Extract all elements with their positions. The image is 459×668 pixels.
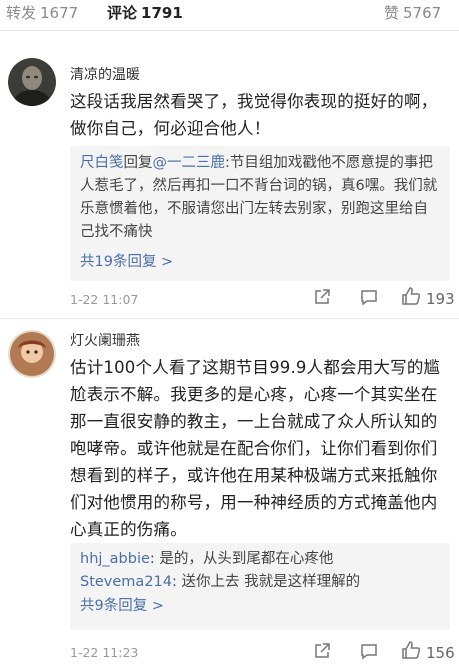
tab-comments-count: 1791 xyxy=(141,4,183,22)
comment-username[interactable]: 清凉的温暖 xyxy=(70,64,140,84)
comment-time: 1-22 11:07 xyxy=(70,292,139,307)
tab-bar: 转发 1677 评论 1791 赞 5767 xyxy=(0,0,459,31)
reply-author[interactable]: hhj_abbie xyxy=(80,551,150,567)
comment-icon[interactable] xyxy=(360,642,378,664)
tab-likes[interactable]: 赞 5767 xyxy=(384,2,441,23)
reply-box: hhj_abbie: 是的，从头到尾都在心疼他 Stevema214: 送你上去… xyxy=(70,543,450,630)
tab-likes-label: 赞 xyxy=(384,4,400,22)
tab-reposts-label: 转发 xyxy=(6,4,37,22)
tab-comments-label: 评论 xyxy=(107,4,138,22)
tab-comments[interactable]: 评论 1791 xyxy=(107,2,183,23)
reply-box: 尺白笺回复@一二三鹿:节目组加戏戳他不愿意提的事把人惹毛了，然后再扣一口不背台词… xyxy=(70,146,450,281)
reply-mid: 回复 xyxy=(123,155,153,171)
tab-likes-count: 5767 xyxy=(403,4,442,22)
comment-icon[interactable] xyxy=(360,288,378,310)
reply-author[interactable]: 尺白笺 xyxy=(80,155,124,171)
tab-reposts[interactable]: 转发 1677 xyxy=(6,2,78,23)
avatar[interactable] xyxy=(8,330,56,378)
more-replies-link[interactable]: 共9条回复 > xyxy=(70,594,450,615)
like-count: 193 xyxy=(426,290,455,308)
comment-username[interactable]: 灯火阑珊燕 xyxy=(70,330,140,350)
avatar[interactable] xyxy=(8,58,56,106)
share-icon[interactable] xyxy=(313,642,331,664)
like-icon[interactable] xyxy=(401,640,421,664)
like-count: 156 xyxy=(426,644,455,662)
tab-reposts-count: 1677 xyxy=(40,4,79,22)
like-icon[interactable] xyxy=(401,286,421,310)
reply-author[interactable]: Stevema214 xyxy=(80,574,172,590)
comment-time: 1-22 11:23 xyxy=(70,645,139,660)
share-icon[interactable] xyxy=(313,288,331,310)
reply-item[interactable]: Stevema214: 送你上去 我就是这样理解的 xyxy=(70,571,450,594)
more-replies-link[interactable]: 共19条回复 > xyxy=(70,244,450,271)
reply-text: : 送你上去 我就是这样理解的 xyxy=(172,574,361,590)
reply-text: : 是的，从头到尾都在心疼他 xyxy=(149,551,334,567)
reply-item[interactable]: hhj_abbie: 是的，从头到尾都在心疼他 xyxy=(70,543,450,571)
divider xyxy=(0,318,459,319)
comment-text: 估计100个人看了这期节目99.9人都会用大写的尴尬表示不解。我更多的是心疼，心… xyxy=(70,358,441,539)
comment-text: 这段话我居然看哭了，我觉得你表现的挺好的啊，做你自己，何必迎合他人！ xyxy=(70,92,438,138)
reply-item[interactable]: 尺白笺回复@一二三鹿:节目组加戏戳他不愿意提的事把人惹毛了，然后再扣一口不背台词… xyxy=(70,146,450,244)
reply-target[interactable]: @一二三鹿 xyxy=(153,155,226,171)
